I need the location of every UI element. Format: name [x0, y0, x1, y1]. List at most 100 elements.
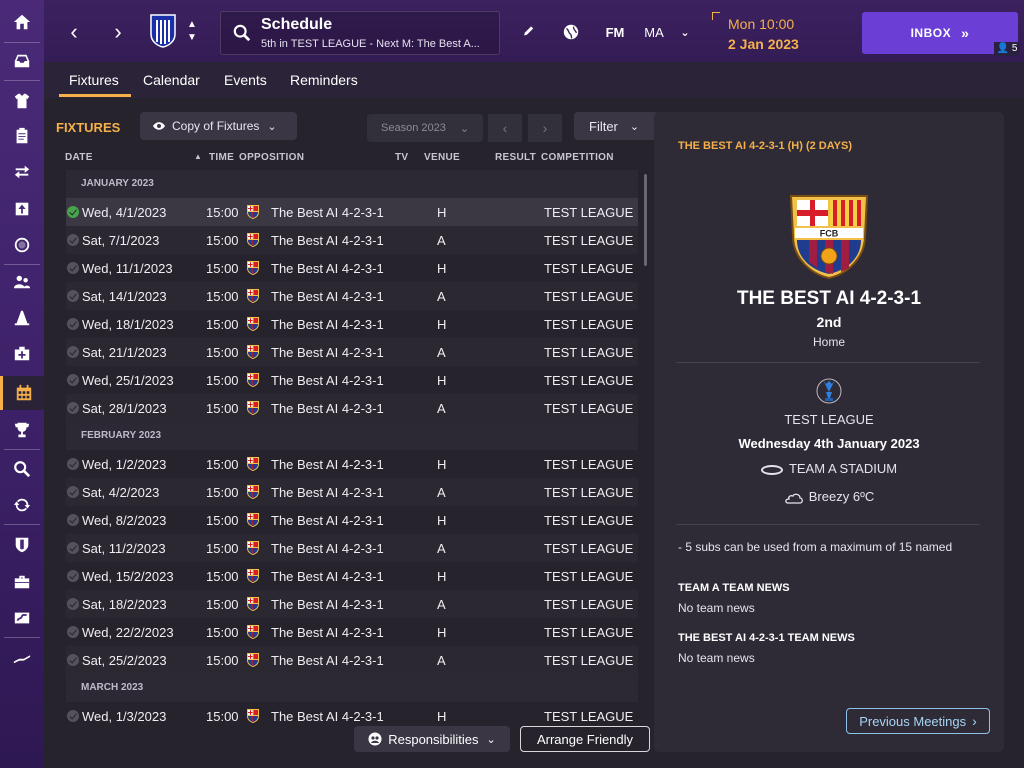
profile-initials[interactable]: MA — [642, 22, 666, 42]
squad-icon[interactable] — [0, 84, 44, 118]
fixture-competition[interactable]: TEST LEAGUE — [544, 289, 633, 304]
transfers-icon[interactable] — [0, 155, 44, 189]
dev-centre-icon[interactable] — [0, 601, 44, 635]
next-season-button[interactable]: › — [528, 114, 562, 142]
table-row[interactable]: Wed, 15/2/2023 15:00 The Best AI 4-2-3-1 H T… — [66, 562, 638, 590]
fixture-competition[interactable]: TEST LEAGUE — [544, 261, 633, 276]
competitions-icon[interactable] — [0, 413, 44, 447]
home-icon[interactable] — [0, 5, 44, 39]
reports-icon[interactable] — [0, 192, 44, 226]
table-row[interactable]: Wed, 1/2/2023 15:00 The Best AI 4-2-3-1 H TE… — [66, 450, 638, 478]
table-row[interactable]: Sat, 28/1/2023 15:00 The Best AI 4-2-3-1 A T… — [66, 394, 638, 422]
club-switch-button[interactable]: ▲ ▼ — [184, 18, 200, 46]
tactics-icon[interactable] — [0, 119, 44, 153]
column-result[interactable]: RESULT — [495, 152, 536, 163]
schedule-icon[interactable] — [0, 376, 44, 410]
training-icon[interactable] — [0, 301, 44, 335]
season-select[interactable]: Season 2023 ⌄ — [367, 114, 483, 142]
fixture-competition[interactable]: TEST LEAGUE — [544, 709, 633, 724]
fixture-competition[interactable]: TEST LEAGUE — [544, 541, 633, 556]
scrollbar[interactable] — [644, 174, 647, 266]
fixture-opponent[interactable]: The Best AI 4-2-3-1 — [271, 513, 384, 528]
search-icon[interactable] — [0, 452, 44, 486]
world-icon[interactable] — [560, 22, 582, 42]
table-row[interactable]: Wed, 25/1/2023 15:00 The Best AI 4-2-3-1 H T… — [66, 366, 638, 394]
fc-barcelona-crest-icon[interactable]: FCB — [787, 192, 871, 280]
fixture-opponent[interactable]: The Best AI 4-2-3-1 — [271, 457, 384, 472]
fixture-opponent[interactable]: The Best AI 4-2-3-1 — [271, 541, 384, 556]
edit-icon[interactable] — [519, 22, 539, 42]
arrange-friendly-button[interactable]: Arrange Friendly — [520, 726, 650, 752]
fixture-competition[interactable]: TEST LEAGUE — [544, 597, 633, 612]
previous-season-button[interactable]: ‹ — [488, 114, 522, 142]
responsibilities-button[interactable]: Responsibilities ⌄ — [354, 726, 510, 752]
fixture-competition[interactable]: TEST LEAGUE — [544, 513, 633, 528]
copy-fixtures-dropdown[interactable]: Copy of Fixtures ⌄ — [140, 112, 297, 140]
table-row[interactable]: Sat, 25/2/2023 15:00 The Best AI 4-2-3-1 A T… — [66, 646, 638, 674]
fixture-competition[interactable]: TEST LEAGUE — [544, 233, 633, 248]
fixture-opponent[interactable]: The Best AI 4-2-3-1 — [271, 625, 384, 640]
table-row[interactable]: Wed, 8/2/2023 15:00 The Best AI 4-2-3-1 H TE… — [66, 506, 638, 534]
table-row[interactable]: Wed, 18/1/2023 15:00 The Best AI 4-2-3-1 H T… — [66, 310, 638, 338]
table-row[interactable]: Sat, 21/1/2023 15:00 The Best AI 4-2-3-1 A T… — [66, 338, 638, 366]
fixture-opponent[interactable]: The Best AI 4-2-3-1 — [271, 597, 384, 612]
fixture-opponent[interactable]: The Best AI 4-2-3-1 — [271, 261, 384, 276]
opponent-name[interactable]: THE BEST AI 4-2-3-1 — [654, 288, 1004, 310]
fixture-competition[interactable]: TEST LEAGUE — [544, 457, 633, 472]
column-venue[interactable]: VENUE — [424, 152, 460, 163]
fixture-opponent[interactable]: The Best AI 4-2-3-1 — [271, 653, 384, 668]
fixture-opponent[interactable]: The Best AI 4-2-3-1 — [271, 345, 384, 360]
fixture-competition[interactable]: TEST LEAGUE — [544, 317, 633, 332]
fixture-opponent[interactable]: The Best AI 4-2-3-1 — [271, 233, 384, 248]
column-competition[interactable]: COMPETITION — [541, 152, 614, 163]
column-opposition[interactable]: OPPOSITION — [239, 152, 304, 163]
scouting-icon[interactable] — [0, 228, 44, 262]
table-row[interactable]: Wed, 11/1/2023 15:00 The Best AI 4-2-3-1 H T… — [66, 254, 638, 282]
fixture-opponent[interactable]: The Best AI 4-2-3-1 — [271, 373, 384, 388]
club-badge-icon[interactable] — [150, 14, 176, 48]
fm-menu-button[interactable]: FM — [602, 22, 628, 42]
chevron-down-icon[interactable]: ⌄ — [678, 22, 692, 42]
tab-reminders[interactable]: Reminders — [290, 72, 358, 88]
table-row[interactable]: Sat, 7/1/2023 15:00 The Best AI 4-2-3-1 A TE… — [66, 226, 638, 254]
fixture-competition[interactable]: TEST LEAGUE — [544, 569, 633, 584]
refresh-icon[interactable] — [0, 488, 44, 522]
table-row[interactable]: Wed, 22/2/2023 15:00 The Best AI 4-2-3-1 H T… — [66, 618, 638, 646]
fixture-competition[interactable]: TEST LEAGUE — [544, 373, 633, 388]
fixture-opponent[interactable]: The Best AI 4-2-3-1 — [271, 317, 384, 332]
table-row[interactable]: Sat, 4/2/2023 15:00 The Best AI 4-2-3-1 A TE… — [66, 478, 638, 506]
competition-name[interactable]: TEST LEAGUE — [654, 412, 1004, 427]
game-date[interactable]: Mon 10:00 2 Jan 2023 — [712, 12, 832, 54]
staff-icon[interactable] — [0, 265, 44, 299]
fixture-opponent[interactable]: The Best AI 4-2-3-1 — [271, 569, 384, 584]
tab-calendar[interactable]: Calendar — [143, 72, 200, 88]
tab-fixtures[interactable]: Fixtures — [59, 72, 131, 97]
tab-events[interactable]: Events — [224, 72, 267, 88]
fixture-competition[interactable]: TEST LEAGUE — [544, 625, 633, 640]
fixture-competition[interactable]: TEST LEAGUE — [544, 205, 633, 220]
fixture-opponent[interactable]: The Best AI 4-2-3-1 — [271, 485, 384, 500]
fixture-opponent[interactable]: The Best AI 4-2-3-1 — [271, 289, 384, 304]
fixture-competition[interactable]: TEST LEAGUE — [544, 401, 633, 416]
page-title-box[interactable]: Schedule 5th in TEST LEAGUE - Next M: Th… — [220, 11, 500, 55]
table-row[interactable]: Sat, 11/2/2023 15:00 The Best AI 4-2-3-1 A T… — [66, 534, 638, 562]
fixture-opponent[interactable]: The Best AI 4-2-3-1 — [271, 709, 384, 724]
column-time[interactable]: TIME — [209, 152, 234, 163]
column-date[interactable]: DATE — [65, 152, 93, 163]
back-button[interactable]: ‹ — [54, 14, 94, 50]
forward-button[interactable]: › — [98, 14, 138, 50]
table-row[interactable]: Sat, 14/1/2023 15:00 The Best AI 4-2-3-1 A T… — [66, 282, 638, 310]
table-row[interactable]: Wed, 4/1/2023 15:00 The Best AI 4-2-3-1 H TE… — [66, 198, 638, 226]
table-row[interactable]: Sat, 18/2/2023 15:00 The Best AI 4-2-3-1 A T… — [66, 590, 638, 618]
fixture-opponent[interactable]: The Best AI 4-2-3-1 — [271, 205, 384, 220]
medical-icon[interactable] — [0, 337, 44, 371]
club-icon[interactable] — [0, 528, 44, 562]
column-tv[interactable]: TV — [395, 152, 408, 163]
inbox-icon[interactable] — [0, 44, 44, 78]
fixture-competition[interactable]: TEST LEAGUE — [544, 485, 633, 500]
previous-meetings-button[interactable]: Previous Meetings › — [846, 708, 990, 734]
finances-icon[interactable] — [0, 565, 44, 599]
filter-dropdown[interactable]: Filter ⌄ — [574, 112, 658, 140]
analytics-icon[interactable] — [0, 640, 44, 674]
league-trophy-icon[interactable] — [816, 376, 842, 406]
